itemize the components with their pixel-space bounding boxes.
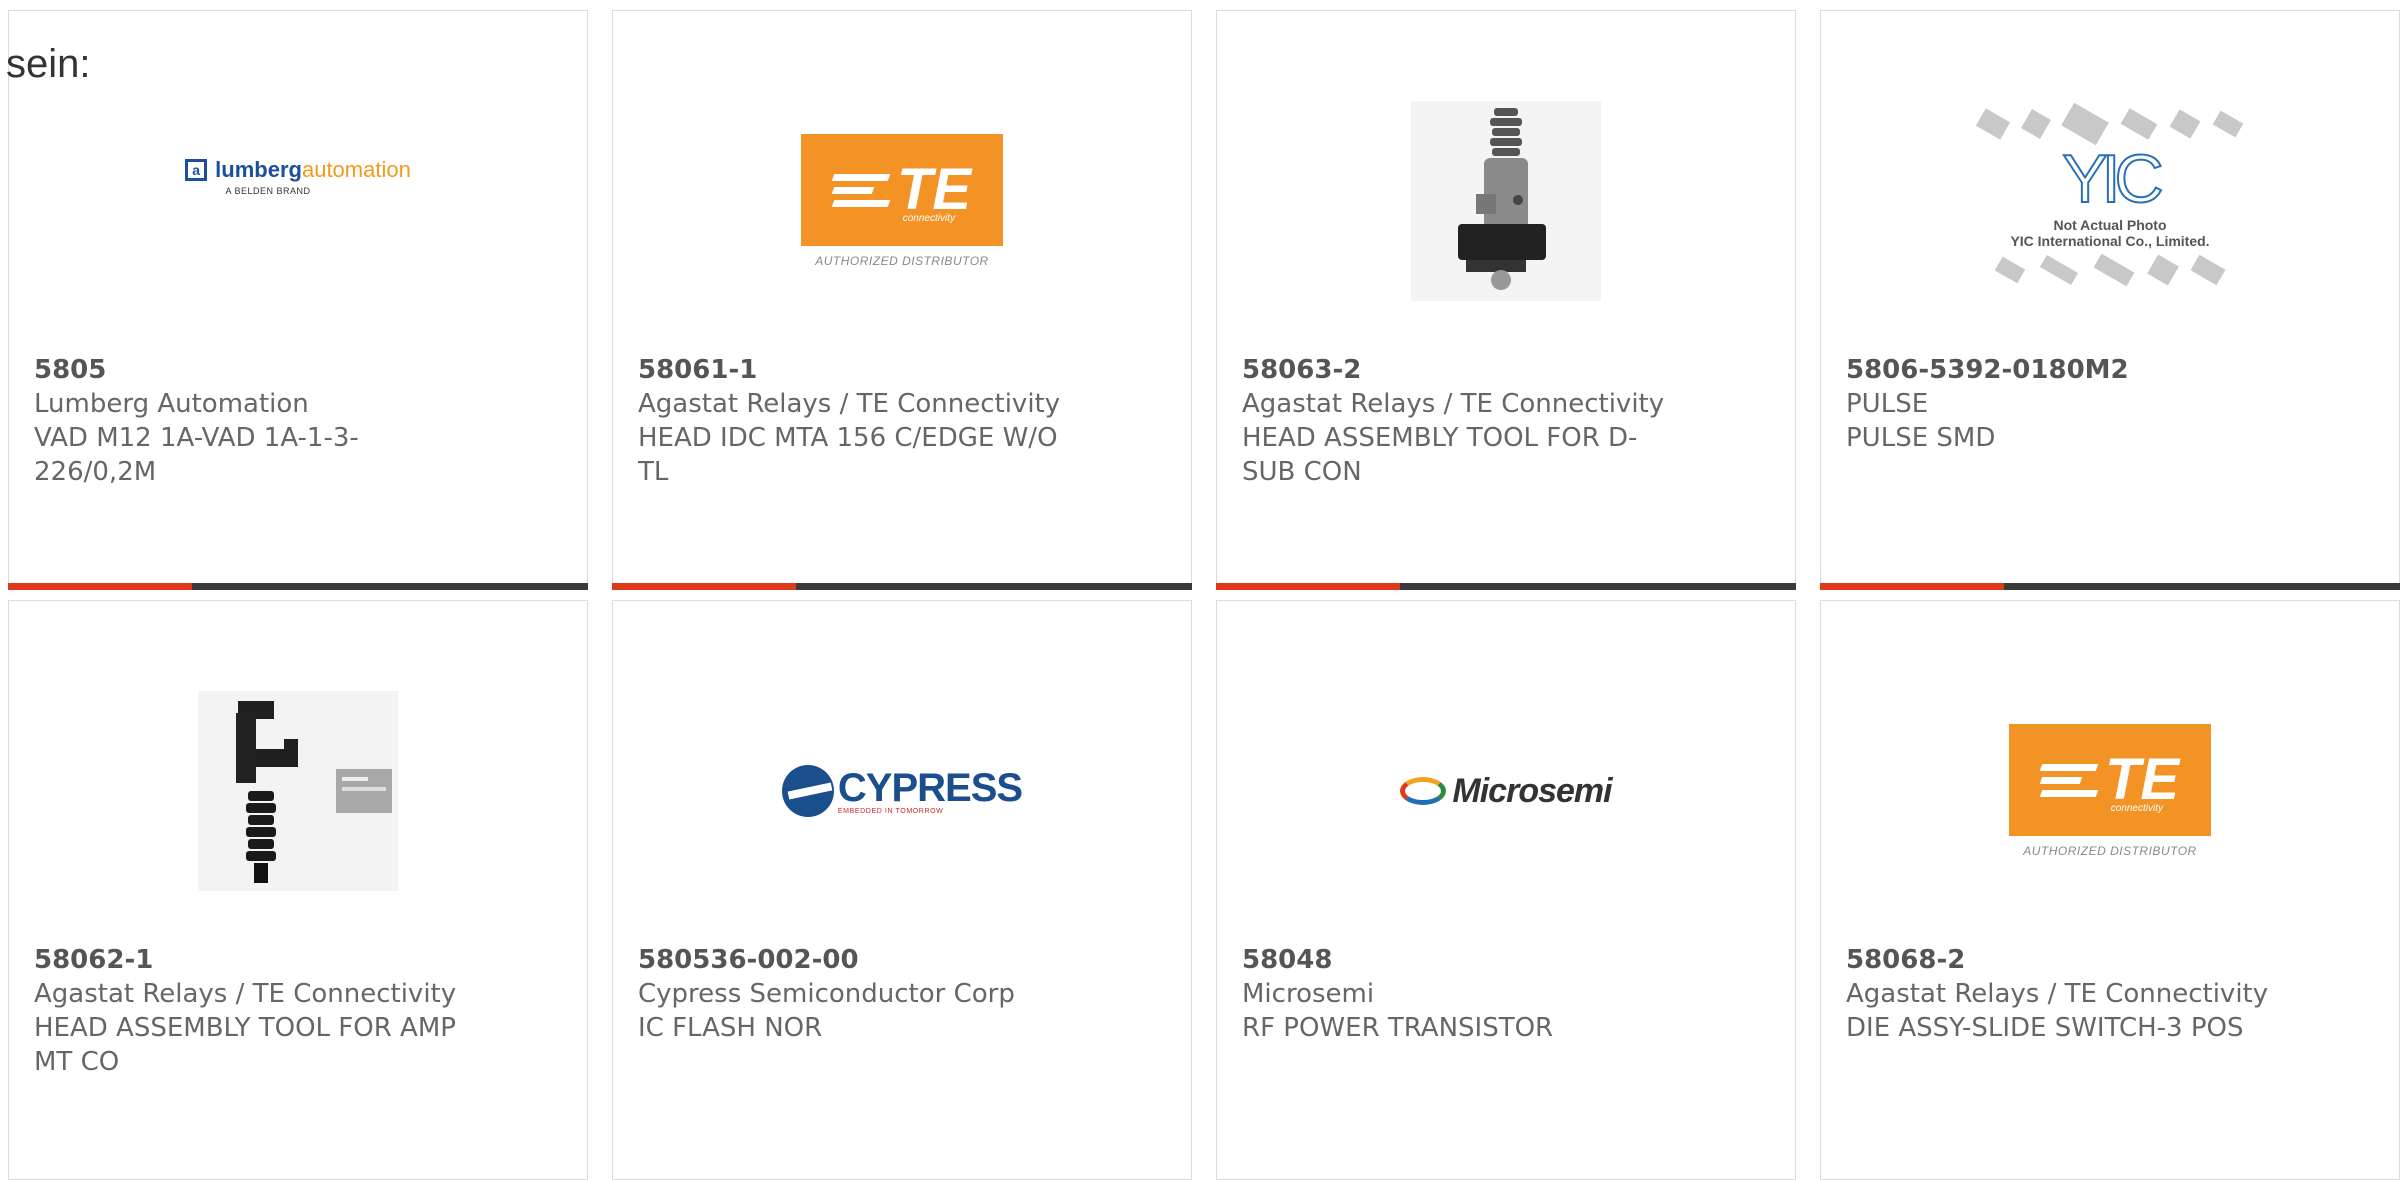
logo-subtext: A BELDEN BRAND bbox=[225, 185, 311, 196]
logo-text: CYPRESS bbox=[837, 765, 1023, 810]
product-image[interactable] bbox=[9, 641, 587, 941]
logo-text: Microsemi bbox=[1452, 771, 1612, 810]
part-number-link[interactable]: 580536-002-00 bbox=[638, 943, 1166, 977]
product-card[interactable]: 58063-2 Agastat Relays / TE Connectivity… bbox=[1216, 10, 1796, 590]
cypress-globe-icon bbox=[781, 765, 834, 817]
distributor-label: AUTHORIZED DISTRIBUTOR bbox=[2023, 844, 2197, 858]
card-accent-bar bbox=[1216, 583, 1796, 590]
description: VAD M12 1A-VAD 1A-1-3-226/0,2M bbox=[34, 423, 359, 487]
product-image[interactable]: CYPRESS EMBEDDED IN TOMORROW bbox=[613, 641, 1191, 941]
product-image[interactable] bbox=[1217, 51, 1795, 351]
manufacturer: Agastat Relays / TE Connectivity bbox=[1242, 389, 1665, 419]
product-image[interactable]: TE connectivity AUTHORIZED DISTRIBUTOR bbox=[613, 51, 1191, 351]
description: HEAD ASSEMBLY TOOL FOR D-SUB CON bbox=[1242, 423, 1638, 487]
logo-text: lumberg bbox=[215, 156, 302, 182]
product-card[interactable]: a lumberg automation A BELDEN BRAND 5805… bbox=[8, 10, 588, 590]
manufacturer: Agastat Relays / TE Connectivity bbox=[638, 389, 1061, 419]
product-image[interactable]: Microsemi bbox=[1217, 641, 1795, 941]
logo-subtext: connectivity bbox=[902, 213, 955, 224]
part-number-link[interactable]: 58068-2 bbox=[1846, 943, 2374, 977]
head-assembly-tool-photo bbox=[1411, 101, 1601, 301]
card-accent-bar bbox=[8, 583, 588, 590]
part-number-link[interactable]: 58063-2 bbox=[1242, 353, 1770, 387]
description: HEAD IDC MTA 156 C/EDGE W/O TL bbox=[638, 423, 1058, 487]
manufacturer: PULSE bbox=[1846, 389, 1929, 419]
lumberg-mark-icon: a bbox=[185, 158, 208, 181]
logo-subtext: EMBEDDED IN TOMORROW bbox=[837, 807, 944, 815]
product-card[interactable]: Microsemi 58048 Microsemi RF POWER TRANS… bbox=[1216, 600, 1796, 1180]
description: PULSE SMD bbox=[1846, 423, 1996, 453]
manufacturer: Cypress Semiconductor Corp bbox=[638, 979, 1015, 1009]
part-number-link[interactable]: 58062-1 bbox=[34, 943, 562, 977]
product-card[interactable]: CYPRESS EMBEDDED IN TOMORROW 580536-002-… bbox=[612, 600, 1192, 1180]
manufacturer: Agastat Relays / TE Connectivity bbox=[34, 979, 457, 1009]
product-image[interactable]: a lumberg automation A BELDEN BRAND bbox=[9, 51, 587, 351]
manufacturer: Agastat Relays / TE Connectivity bbox=[1846, 979, 2269, 1009]
manufacturer: Lumberg Automation bbox=[34, 389, 309, 419]
te-connectivity-logo: TE connectivity AUTHORIZED DISTRIBUTOR bbox=[801, 134, 1003, 268]
product-card[interactable]: TE connectivity AUTHORIZED DISTRIBUTOR 5… bbox=[612, 10, 1192, 590]
placeholder-note: Not Actual Photo bbox=[2053, 217, 2167, 233]
lead-text: sein: bbox=[6, 42, 91, 86]
microsemi-logo: Microsemi bbox=[1400, 771, 1613, 811]
logo-text: TE bbox=[2104, 747, 2180, 812]
lumberg-automation-logo: a lumberg automation A BELDEN BRAND bbox=[185, 157, 411, 196]
logo-text: automation bbox=[301, 156, 411, 182]
distributor-label: AUTHORIZED DISTRIBUTOR bbox=[815, 254, 989, 268]
product-image[interactable]: YIC Not Actual Photo YIC International C… bbox=[1821, 51, 2399, 351]
description: DIE ASSY-SLIDE SWITCH-3 POS bbox=[1846, 1013, 2244, 1043]
logo-text: TE bbox=[896, 157, 972, 222]
product-card[interactable]: TE connectivity AUTHORIZED DISTRIBUTOR 5… bbox=[1820, 600, 2400, 1180]
part-number-link[interactable]: 58061-1 bbox=[638, 353, 1166, 387]
yic-logo-icon: YIC bbox=[2061, 141, 2164, 217]
te-connectivity-logo: TE connectivity AUTHORIZED DISTRIBUTOR bbox=[2009, 724, 2211, 858]
part-number-link[interactable]: 58048 bbox=[1242, 943, 1770, 977]
manufacturer: Microsemi bbox=[1242, 979, 1375, 1009]
placeholder-company: YIC International Co., Limited. bbox=[2010, 233, 2210, 249]
crimp-head-tool-photo bbox=[198, 691, 398, 891]
description: RF POWER TRANSISTOR bbox=[1242, 1013, 1554, 1043]
logo-subtext: connectivity bbox=[2110, 803, 2163, 814]
yic-placeholder: YIC Not Actual Photo YIC International C… bbox=[1975, 102, 2244, 287]
description: HEAD ASSEMBLY TOOL FOR AMP MT CO bbox=[34, 1013, 456, 1077]
card-accent-bar bbox=[612, 583, 1192, 590]
part-number-link[interactable]: 5806-5392-0180M2 bbox=[1846, 353, 2374, 387]
product-image[interactable]: TE connectivity AUTHORIZED DISTRIBUTOR bbox=[1821, 641, 2399, 941]
product-card[interactable]: 58062-1 Agastat Relays / TE Connectivity… bbox=[8, 600, 588, 1180]
microsemi-swirl-icon bbox=[1400, 777, 1447, 805]
cypress-logo: CYPRESS EMBEDDED IN TOMORROW bbox=[781, 765, 1023, 817]
part-number-link[interactable]: 5805 bbox=[34, 353, 562, 387]
card-accent-bar bbox=[1820, 583, 2400, 590]
product-card[interactable]: YIC Not Actual Photo YIC International C… bbox=[1820, 10, 2400, 590]
description: IC FLASH NOR bbox=[638, 1013, 823, 1043]
